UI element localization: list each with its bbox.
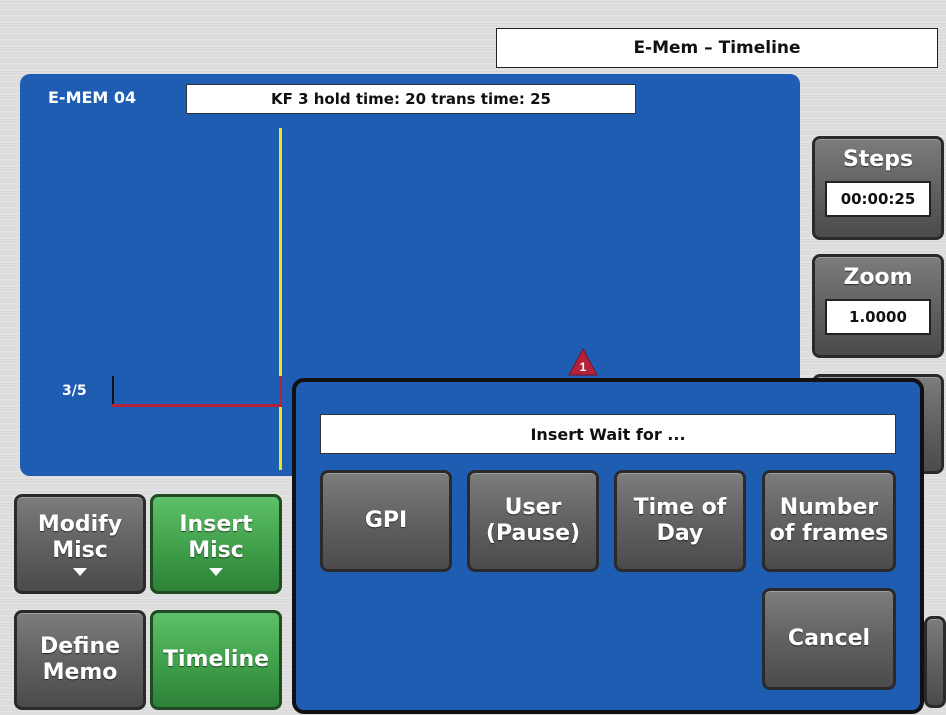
gpi-label: GPI bbox=[364, 507, 408, 533]
dialog-title: Insert Wait for ... bbox=[320, 414, 896, 454]
number-of-frames-line1: Number bbox=[779, 494, 879, 520]
number-of-frames-line2: of frames bbox=[769, 521, 889, 546]
timeline-button[interactable]: Timeline bbox=[150, 610, 282, 710]
insert-misc-line1: Insert bbox=[179, 511, 253, 537]
track-label: 3/5 bbox=[62, 383, 87, 399]
define-memo-button[interactable]: Define Memo bbox=[14, 610, 146, 710]
gpi-button[interactable]: GPI bbox=[320, 470, 452, 572]
timeline-label: Timeline bbox=[162, 646, 270, 672]
track-line bbox=[112, 404, 282, 407]
cancel-label: Cancel bbox=[787, 625, 871, 651]
modify-misc-line2: Misc bbox=[52, 538, 108, 563]
track-start-tick bbox=[112, 376, 114, 406]
time-of-day-line2: Day bbox=[656, 521, 704, 546]
zoom-button[interactable]: Zoom 1.0000 bbox=[812, 254, 944, 358]
insert-misc-button[interactable]: Insert Misc bbox=[150, 494, 282, 594]
zoom-label: Zoom bbox=[843, 265, 913, 290]
emem-name: E-MEM 04 bbox=[48, 88, 137, 107]
steps-label: Steps bbox=[842, 147, 914, 172]
steps-button[interactable]: Steps 00:00:25 bbox=[812, 136, 944, 240]
user-pause-button[interactable]: User (Pause) bbox=[467, 470, 599, 572]
keyframe-marker-label: 1 bbox=[580, 360, 587, 374]
chevron-down-icon bbox=[209, 568, 223, 577]
number-of-frames-button[interactable]: Number of frames bbox=[762, 470, 896, 572]
time-of-day-button[interactable]: Time of Day bbox=[614, 470, 746, 572]
timeline-cursor[interactable] bbox=[279, 128, 282, 470]
modify-misc-line1: Modify bbox=[37, 511, 123, 537]
window-title: E-Mem – Timeline bbox=[496, 28, 938, 68]
zoom-value: 1.0000 bbox=[825, 299, 931, 336]
keyframe-marker[interactable]: 1 bbox=[568, 348, 598, 376]
modify-misc-button[interactable]: Modify Misc bbox=[14, 494, 146, 594]
user-pause-line1: User bbox=[504, 494, 562, 520]
define-memo-line2: Memo bbox=[42, 660, 118, 685]
insert-misc-line2: Misc bbox=[188, 538, 244, 563]
time-of-day-line1: Time of bbox=[633, 494, 727, 520]
keyframe-info: KF 3 hold time: 20 trans time: 25 bbox=[186, 84, 636, 114]
user-pause-line2: (Pause) bbox=[485, 521, 581, 546]
steps-value: 00:00:25 bbox=[825, 181, 931, 218]
cancel-button[interactable]: Cancel bbox=[762, 588, 896, 690]
side-button-partial[interactable] bbox=[924, 616, 946, 708]
track-step bbox=[279, 376, 282, 407]
define-memo-line1: Define bbox=[39, 633, 121, 659]
chevron-down-icon bbox=[73, 568, 87, 577]
